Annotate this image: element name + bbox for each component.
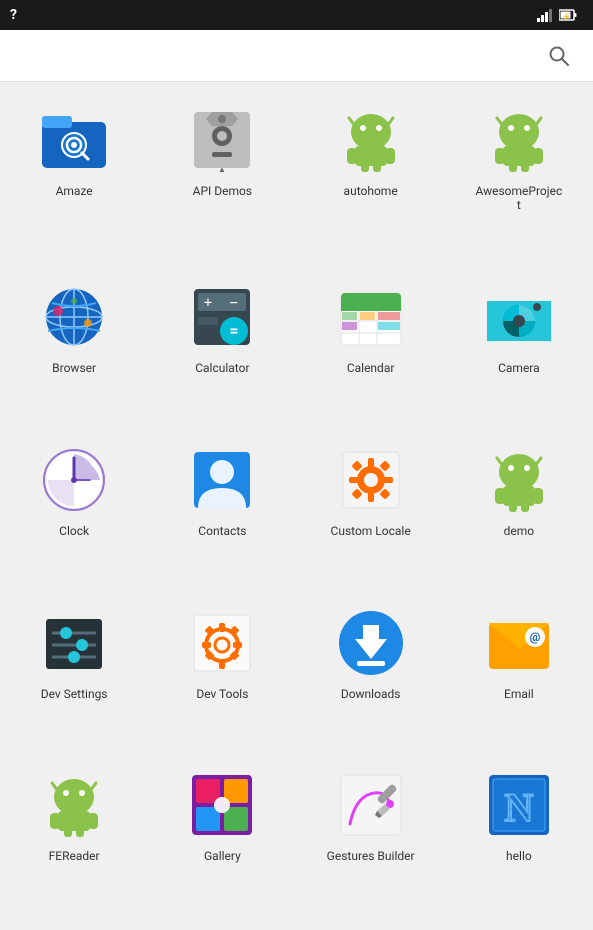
app-icon-email: @ <box>483 607 555 679</box>
notification-icon: ? <box>10 7 17 23</box>
status-right: ⚡ <box>537 8 583 22</box>
app-label-gallery: Gallery <box>204 849 241 863</box>
app-label-camera: Camera <box>498 361 540 375</box>
app-item-camera[interactable]: Camera <box>445 269 593 432</box>
app-label-clock: Clock <box>59 524 89 538</box>
app-icon-autohome <box>335 104 407 176</box>
app-icon-calendar <box>335 281 407 353</box>
app-icon-dev-tools <box>186 607 258 679</box>
app-item-downloads[interactable]: Downloads <box>297 595 445 758</box>
app-item-gestures-builder[interactable]: Gestures Builder <box>297 757 445 920</box>
status-bar: ? ⚡ <box>0 0 593 30</box>
app-item-clock[interactable]: Clock <box>0 432 148 595</box>
svg-text:=: = <box>230 321 239 340</box>
app-icon-gestures-builder <box>335 769 407 841</box>
app-label-dev-settings: Dev Settings <box>41 687 108 701</box>
app-item-custom-locale[interactable]: Custom Locale <box>297 432 445 595</box>
app-icon-camera <box>483 281 555 353</box>
app-icon-demo <box>483 444 555 516</box>
app-item-dev-settings[interactable]: Dev Settings <box>0 595 148 758</box>
app-item-autohome[interactable]: autohome <box>297 92 445 269</box>
app-label-awesome-project: AwesomeProject <box>474 184 564 213</box>
status-left: ? <box>10 7 17 23</box>
app-item-api-demos[interactable]: ▲ API Demos <box>148 92 296 269</box>
app-item-contacts[interactable]: Contacts <box>148 432 296 595</box>
app-icon-custom-locale <box>335 444 407 516</box>
app-icon-browser <box>38 281 110 353</box>
svg-text:⚡: ⚡ <box>562 12 571 21</box>
app-label-gestures-builder: Gestures Builder <box>327 849 415 863</box>
app-icon-contacts <box>186 444 258 516</box>
app-label-autohome: autohome <box>344 184 398 198</box>
app-label-contacts: Contacts <box>198 524 246 538</box>
app-item-gallery[interactable]: Gallery <box>148 757 296 920</box>
app-label-calculator: Calculator <box>195 361 249 375</box>
app-icon-hello: N <box>483 769 555 841</box>
svg-text:▲: ▲ <box>218 165 226 174</box>
app-icon-amaze <box>38 104 110 176</box>
app-label-fereader: FEReader <box>49 849 100 863</box>
app-item-fereader[interactable]: FEReader <box>0 757 148 920</box>
app-label-demo: demo <box>504 524 535 538</box>
signal-icon <box>537 8 553 22</box>
app-item-email[interactable]: @ Email <box>445 595 593 758</box>
app-icon-dev-settings <box>38 607 110 679</box>
app-label-hello: hello <box>506 849 532 863</box>
app-item-demo[interactable]: demo <box>445 432 593 595</box>
app-label-email: Email <box>504 687 534 701</box>
app-icon-downloads <box>335 607 407 679</box>
app-icon-calculator: − + = <box>186 281 258 353</box>
app-label-custom-locale: Custom Locale <box>331 524 411 538</box>
app-item-dev-tools[interactable]: Dev Tools <box>148 595 296 758</box>
app-item-browser[interactable]: Browser <box>0 269 148 432</box>
battery-icon: ⚡ <box>559 9 577 21</box>
app-icon-gallery <box>186 769 258 841</box>
svg-text:−: − <box>230 295 238 311</box>
app-label-amaze: Amaze <box>56 184 93 198</box>
search-icon <box>548 45 570 67</box>
app-item-calculator[interactable]: − + = Calculator <box>148 269 296 432</box>
svg-text:+: + <box>204 295 212 311</box>
app-label-api-demos: API Demos <box>193 184 252 198</box>
app-icon-clock <box>38 444 110 516</box>
app-item-hello[interactable]: N hello <box>445 757 593 920</box>
app-label-downloads: Downloads <box>341 687 401 701</box>
search-bar[interactable] <box>0 30 593 82</box>
app-label-browser: Browser <box>52 361 96 375</box>
svg-text:N: N <box>504 785 533 830</box>
app-label-calendar: Calendar <box>347 361 395 375</box>
search-button[interactable] <box>541 38 577 74</box>
app-icon-api-demos: ▲ <box>186 104 258 176</box>
app-item-amaze[interactable]: Amaze <box>0 92 148 269</box>
app-icon-fereader <box>38 769 110 841</box>
app-icon-awesome-project <box>483 104 555 176</box>
app-item-calendar[interactable]: Calendar <box>297 269 445 432</box>
app-item-awesome-project[interactable]: AwesomeProject <box>445 92 593 269</box>
svg-text:@: @ <box>529 630 540 644</box>
app-grid: Amaze ▲ API Demos autohome <box>0 82 593 930</box>
app-label-dev-tools: Dev Tools <box>196 687 248 701</box>
